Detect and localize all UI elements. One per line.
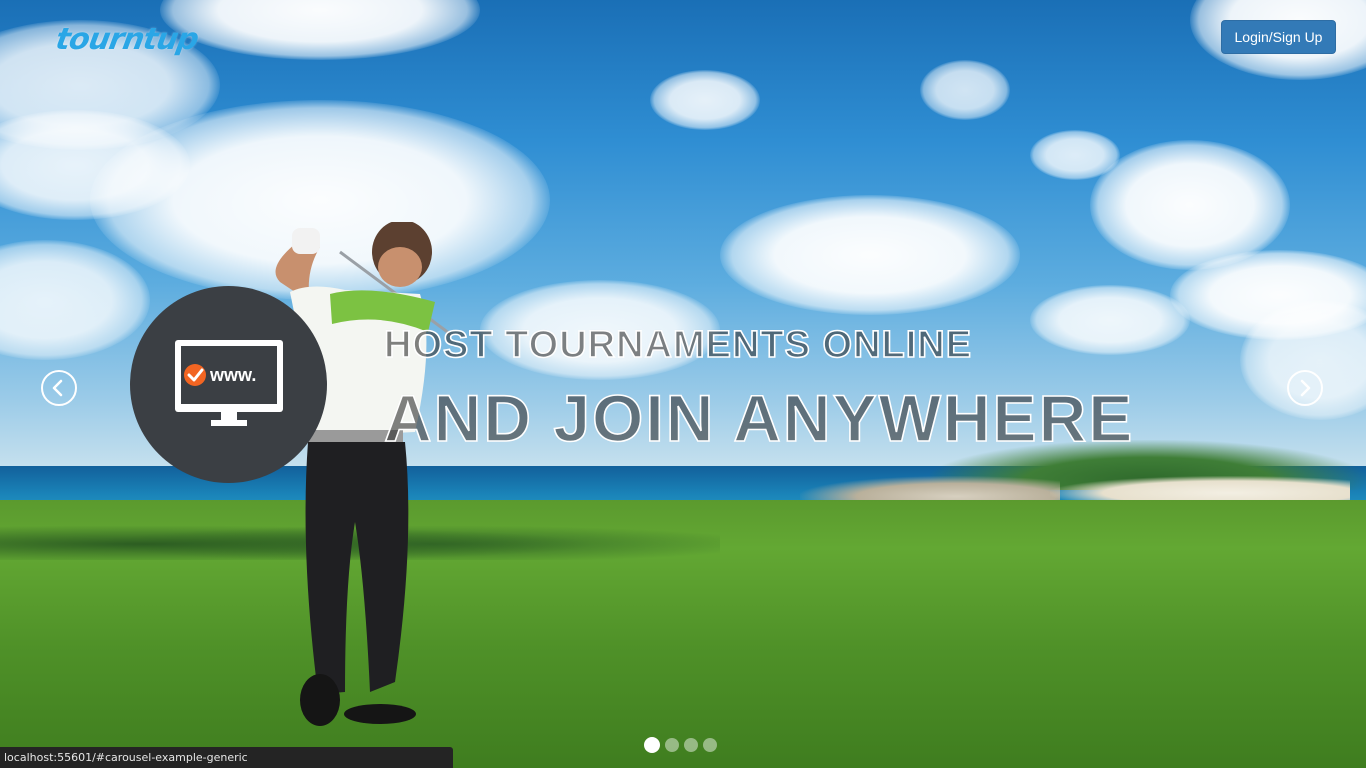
carousel-indicator-dot[interactable] bbox=[703, 738, 717, 752]
browser-status-bar: localhost:55601/#carousel-example-generi… bbox=[0, 747, 453, 768]
cloud bbox=[720, 195, 1020, 315]
page: tourntup Login/Sign Up www. HOST TOURNAM… bbox=[0, 0, 1366, 768]
cloud bbox=[650, 70, 760, 130]
cloud bbox=[1030, 285, 1190, 355]
carousel-indicator-dot[interactable] bbox=[665, 738, 679, 752]
site-logo[interactable]: tourntup bbox=[53, 22, 201, 57]
carousel-prev-button[interactable] bbox=[41, 370, 77, 406]
www-text: www. bbox=[209, 365, 256, 385]
cloud bbox=[1030, 130, 1120, 180]
login-signup-button[interactable]: Login/Sign Up bbox=[1221, 20, 1336, 54]
headline-line-2: AND JOIN ANYWHERE bbox=[383, 380, 1135, 456]
carousel-indicator-dot[interactable] bbox=[644, 737, 660, 753]
carousel-next-button[interactable] bbox=[1287, 370, 1323, 406]
chevron-left-icon bbox=[52, 379, 63, 397]
chevron-right-icon bbox=[1300, 379, 1311, 397]
monitor-www-icon: www. bbox=[175, 340, 283, 426]
cloud bbox=[920, 60, 1010, 120]
headline-line-1: HOST TOURNAMENTS ONLINE bbox=[383, 323, 973, 367]
feature-circle: www. bbox=[130, 286, 327, 483]
carousel-indicators bbox=[644, 736, 717, 754]
carousel-indicator-dot[interactable] bbox=[684, 738, 698, 752]
